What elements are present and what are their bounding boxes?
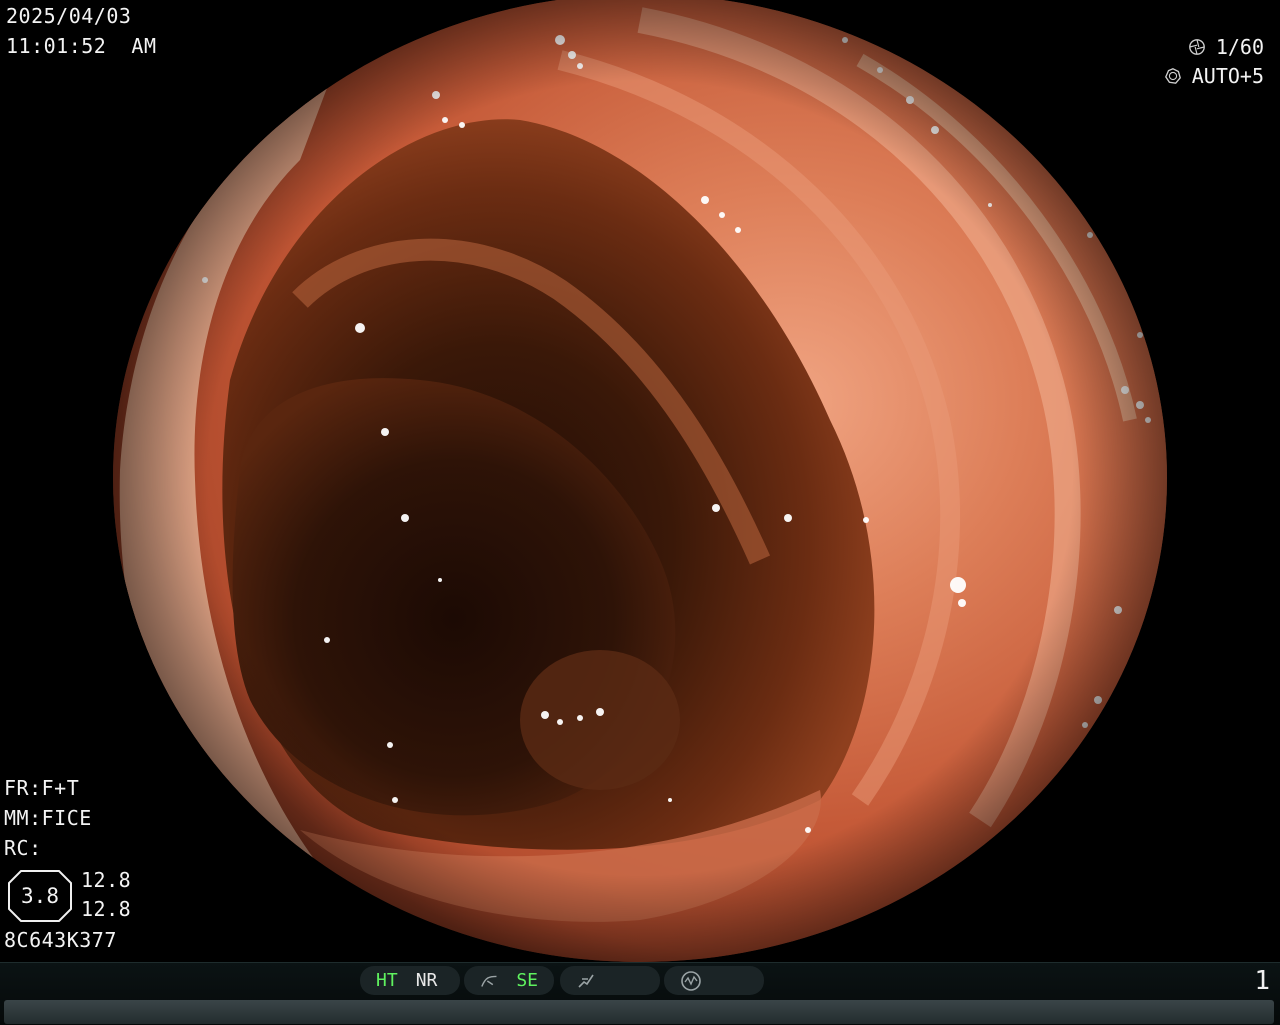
fr-setting: FR:F+T — [4, 776, 80, 800]
exam-time: 11:01:52 AM — [6, 34, 157, 58]
shutter-readout: 1/60 — [1188, 37, 1264, 57]
mm-setting: MM:FICE — [4, 806, 92, 830]
ht-nr-indicator: HT NR — [360, 966, 460, 995]
shutter-speed: 1/60 — [1215, 35, 1264, 59]
nr-label: NR — [415, 970, 438, 991]
status-bar-lower — [4, 1000, 1274, 1024]
ht-label: HT — [376, 970, 398, 991]
rc-setting: RC: — [4, 836, 42, 860]
waveform-icon — [681, 970, 701, 991]
zoom-value: 3.8 — [21, 884, 59, 908]
se-indicator: SE — [464, 966, 554, 995]
iris-mode: AUTO+5 — [1191, 64, 1264, 88]
tone-curve-icon — [481, 975, 497, 987]
endoscope-view — [113, 0, 1167, 962]
waveform-indicator — [664, 966, 764, 995]
zoom-badge: 3.8 — [7, 869, 73, 923]
enhance-indicator — [560, 966, 660, 995]
exam-date: 2025/04/03 — [6, 4, 132, 28]
shutter-icon — [1188, 39, 1205, 55]
value-1: 12.8 — [81, 868, 132, 892]
scope-serial: 8C643K377 — [4, 928, 117, 952]
enhance-icon — [578, 974, 594, 988]
value-2: 12.8 — [81, 897, 132, 921]
se-label: SE — [516, 970, 538, 991]
iris-icon — [1164, 68, 1181, 84]
page-number: 1 — [1254, 966, 1270, 996]
iris-readout: AUTO+5 — [1164, 66, 1264, 86]
